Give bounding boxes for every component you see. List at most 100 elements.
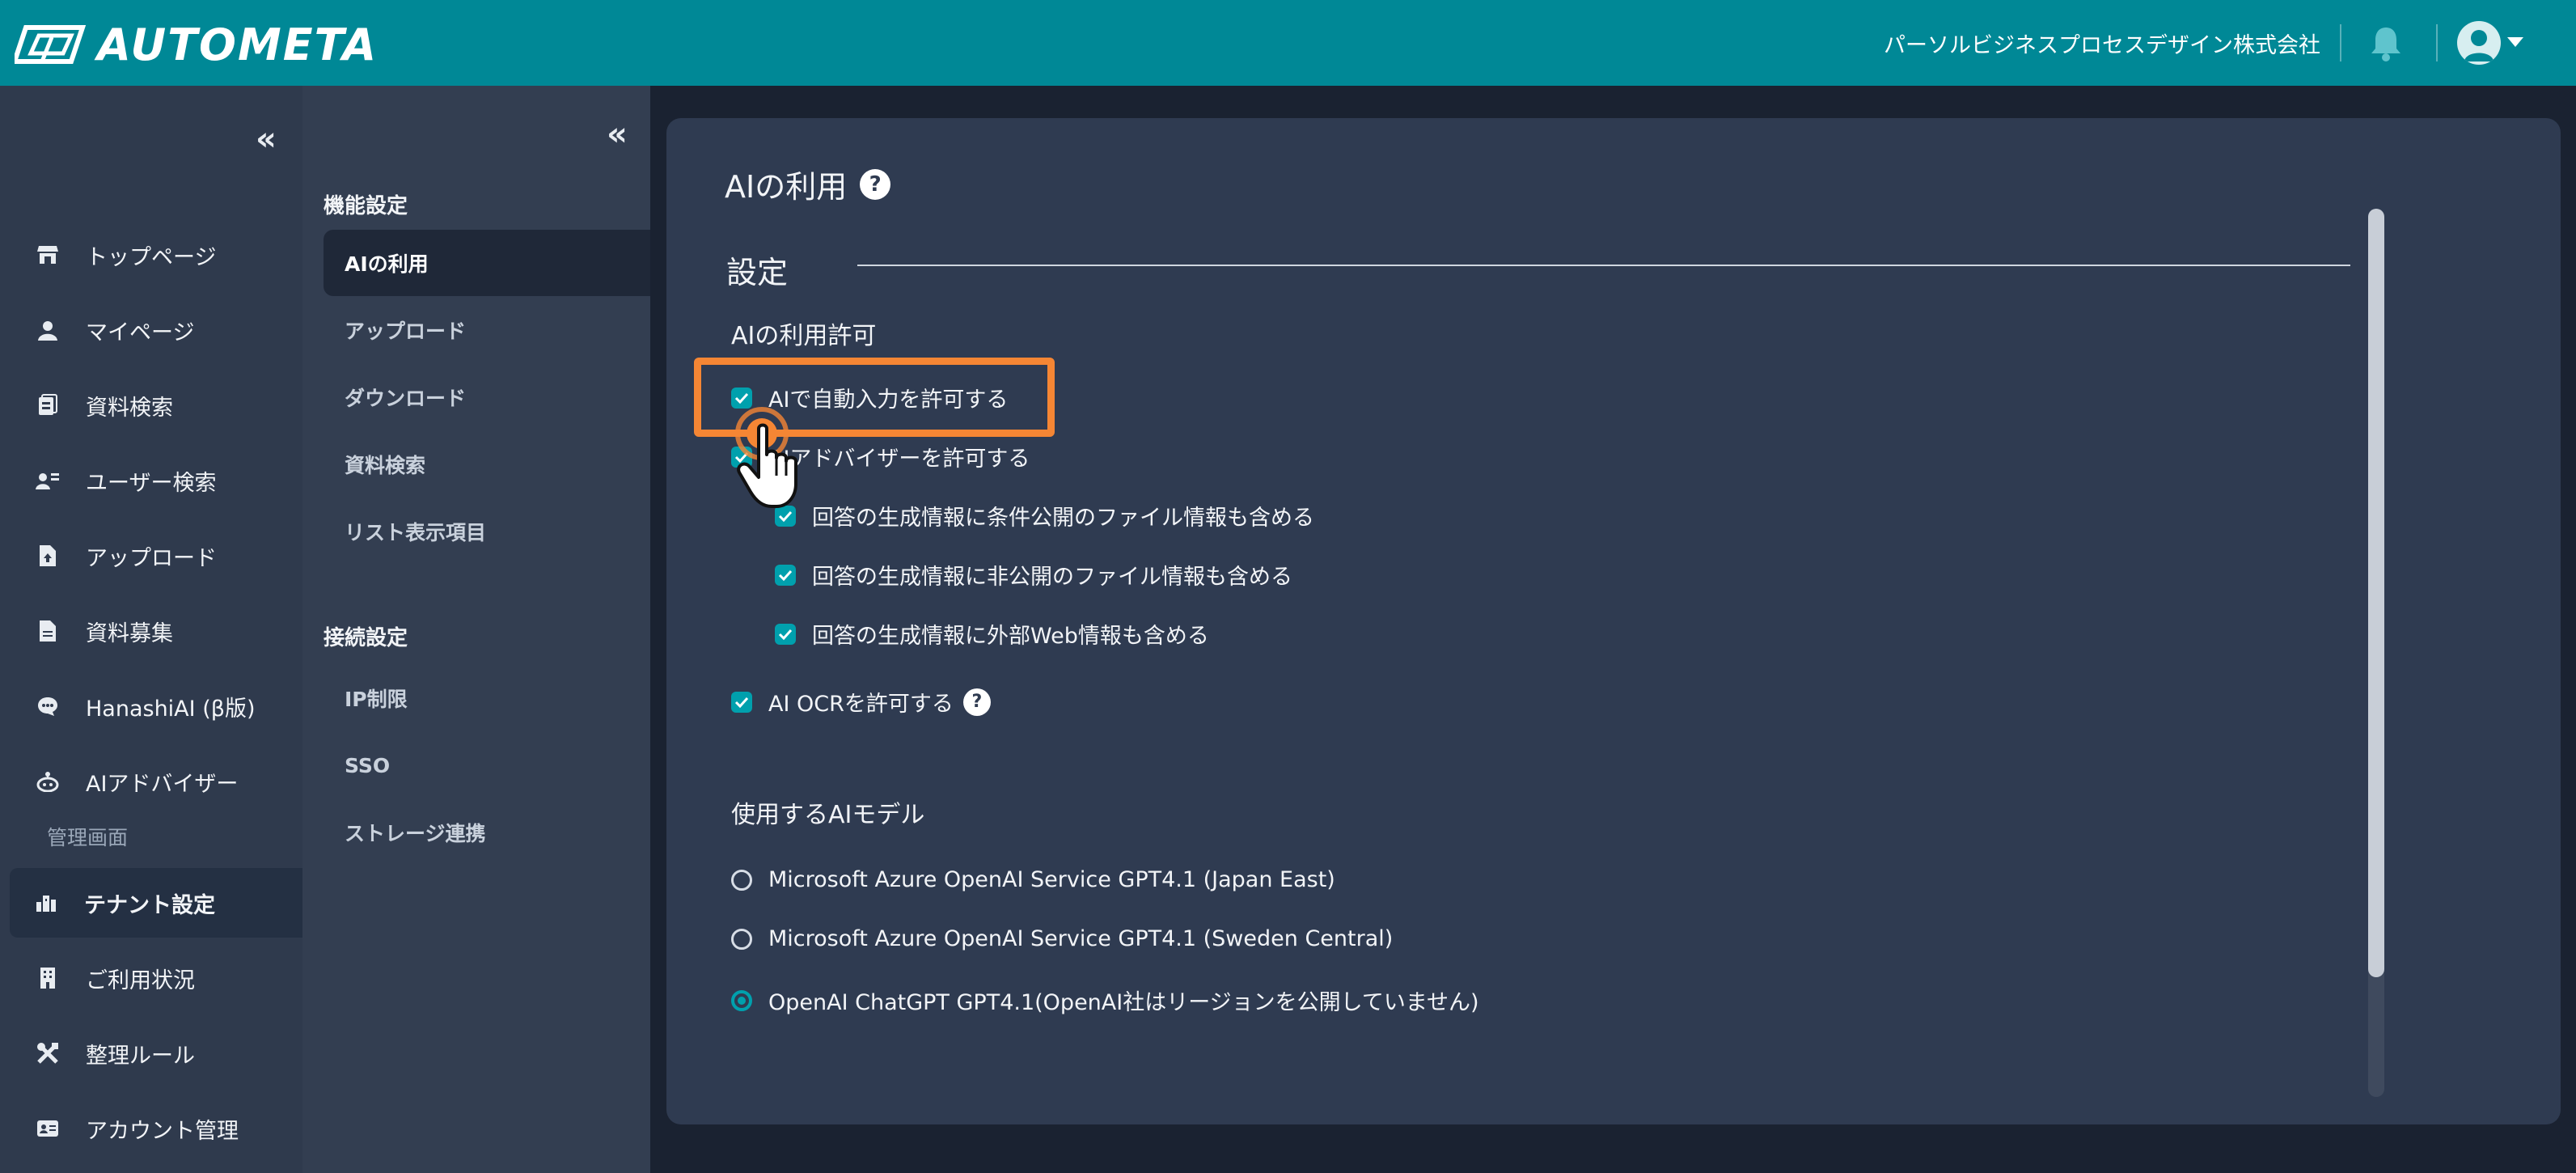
sidebar-item-label: 整理ルール xyxy=(86,1043,195,1069)
subnav-item-label: AIの利用 xyxy=(345,252,429,276)
radio-selected-icon xyxy=(731,989,752,1011)
sidebar-item-hanashiai[interactable]: HanashiAI (β版) xyxy=(0,671,302,741)
subnav-item-document-search[interactable]: 資料検索 xyxy=(324,431,650,498)
divider xyxy=(2436,24,2438,61)
include-web-info-checkbox[interactable]: 回答の生成情報に外部Web情報も含める xyxy=(775,618,1209,650)
subnav-item-label: リスト表示項目 xyxy=(345,521,487,544)
radio-unselected-icon xyxy=(731,928,752,950)
subnav-item-ai-usage[interactable]: AIの利用 xyxy=(324,230,650,296)
section-divider xyxy=(857,265,2350,266)
top-bar: AUTOMETA パーソルビジネスプロセスデザイン株式会社 xyxy=(0,0,2576,86)
sidebar-item-user-search[interactable]: ユーザー検索 xyxy=(0,446,302,515)
subnav-item-label: ストレージ連携 xyxy=(345,822,486,845)
checkbox-label: AI OCRを許可する xyxy=(768,692,954,717)
sidebar-item-label: ご利用状況 xyxy=(86,968,195,993)
collapse-subnav-icon[interactable]: « xyxy=(607,118,628,150)
bell-icon[interactable] xyxy=(2368,24,2404,61)
subnav-item-storage[interactable]: ストレージ連携 xyxy=(324,799,650,866)
subnav-heading-features: 機能設定 xyxy=(324,194,408,218)
sidebar-item-label: トップページ xyxy=(86,244,217,270)
sidebar-item-organize-rules[interactable]: 整理ルール xyxy=(0,1018,302,1088)
sidebar-item-label: アカウント管理 xyxy=(86,1118,239,1144)
radio-label: Microsoft Azure OpenAI Service GPT4.1 (J… xyxy=(768,867,1335,892)
include-conditional-files-checkbox[interactable]: 回答の生成情報に条件公開のファイル情報も含める xyxy=(775,500,1314,531)
help-icon[interactable]: ? xyxy=(962,688,991,716)
sidebar-item-label: 資料検索 xyxy=(86,395,173,421)
checkbox-label: 回答の生成情報に条件公開のファイル情報も含める xyxy=(812,506,1314,531)
checkbox-checked-icon xyxy=(775,623,796,645)
model-radio-azure-sweden-central[interactable]: Microsoft Azure OpenAI Service GPT4.1 (S… xyxy=(731,926,1393,951)
sidebar-item-tenant-settings[interactable]: テナント設定 xyxy=(10,868,302,938)
collapse-sidebar-icon[interactable]: « xyxy=(256,123,277,155)
sidebar-item-label: ユーザー検索 xyxy=(86,470,217,496)
ai-permission-label: AIの利用許可 xyxy=(731,322,877,350)
sidebar-item-label: マイページ xyxy=(86,320,195,345)
upload-file-icon xyxy=(36,544,60,568)
sidebar-item-my-page[interactable]: マイページ xyxy=(0,295,302,365)
logo-mark-icon xyxy=(15,25,87,64)
logo-text: AUTOMETA xyxy=(97,19,379,70)
ai-ocr-checkbox[interactable]: AI OCRを許可する ? xyxy=(731,686,991,718)
sidebar-item-usage[interactable]: ご利用状況 xyxy=(0,943,302,1013)
avatar[interactable] xyxy=(2457,21,2501,65)
subnav-item-label: ダウンロード xyxy=(345,387,467,410)
subnav-item-ip-restriction[interactable]: IP制限 xyxy=(324,665,650,731)
main-sidebar: « トップページ マイページ 資料検索 ユーザー検索 アップロード 資料募集 H… xyxy=(0,86,302,1173)
subnav-item-label: IP制限 xyxy=(345,688,408,711)
sidebar-item-label: アップロード xyxy=(86,545,217,571)
model-radio-openai-chatgpt[interactable]: OpenAI ChatGPT GPT4.1(OpenAI社はリージョンを公開して… xyxy=(731,985,1479,1016)
scrollbar-thumb[interactable] xyxy=(2368,209,2384,977)
subnav-heading-connections: 接続設定 xyxy=(324,626,408,650)
subnav-item-label: SSO xyxy=(345,753,391,777)
section-title-settings: 設定 xyxy=(726,255,789,290)
radio-unselected-icon xyxy=(731,869,752,891)
ai-model-label: 使用するAIモデル xyxy=(731,801,925,829)
subnav-item-label: 資料検索 xyxy=(345,454,426,477)
include-private-files-checkbox[interactable]: 回答の生成情報に非公開のファイル情報も含める xyxy=(775,559,1292,591)
subnav-item-upload[interactable]: アップロード xyxy=(324,297,650,363)
sidebar-item-document-request[interactable]: 資料募集 xyxy=(0,596,302,666)
user-search-icon xyxy=(36,468,60,493)
sidebar-item-ai-advisor[interactable]: AIアドバイザー xyxy=(0,747,302,816)
settings-subnav: « 機能設定 AIの利用 アップロード ダウンロード 資料検索 リスト表示項目 … xyxy=(302,86,650,1173)
autometa-logo[interactable]: AUTOMETA xyxy=(15,19,378,70)
building-icon xyxy=(36,966,60,990)
checkbox-label: 回答の生成情報に外部Web情報も含める xyxy=(812,624,1209,649)
ai-settings-panel: AIの利用 ? 設定 AIの利用許可 AIで自動入力を許可する AIアドバイザー… xyxy=(666,118,2561,1124)
admin-section-heading: 管理画面 xyxy=(47,826,129,849)
robot-icon xyxy=(36,769,60,794)
sidebar-item-upload[interactable]: アップロード xyxy=(0,521,302,591)
model-radio-azure-japan-east[interactable]: Microsoft Azure OpenAI Service GPT4.1 (J… xyxy=(731,867,1335,892)
user-avatar-icon xyxy=(2464,30,2494,61)
checkbox-label: 回答の生成情報に非公開のファイル情報も含める xyxy=(812,565,1292,590)
sidebar-item-account-management[interactable]: アカウント管理 xyxy=(0,1094,302,1163)
sidebar-item-label: HanashiAI (β版) xyxy=(86,696,256,722)
subnav-item-sso[interactable]: SSO xyxy=(324,732,650,798)
checkbox-checked-icon xyxy=(775,564,796,586)
store-icon xyxy=(36,243,60,267)
sidebar-item-label: AIアドバイザー xyxy=(86,771,239,797)
subnav-item-list-columns[interactable]: リスト表示項目 xyxy=(324,498,650,565)
company-name: パーソルビジネスプロセスデザイン株式会社 xyxy=(1884,33,2320,58)
sidebar-item-document-search[interactable]: 資料検索 xyxy=(0,371,302,440)
tenant-icon xyxy=(34,891,58,915)
sidebar-item-top-page[interactable]: トップページ xyxy=(0,220,302,290)
radio-label: Microsoft Azure OpenAI Service GPT4.1 (S… xyxy=(768,926,1394,951)
hand-pointer-icon xyxy=(735,407,797,508)
checkbox-checked-icon xyxy=(731,691,752,713)
page-title: AIの利用 ? xyxy=(725,162,891,206)
chevron-down-icon[interactable] xyxy=(2507,37,2523,47)
subnav-item-download[interactable]: ダウンロード xyxy=(324,364,650,430)
file-icon xyxy=(36,619,60,643)
subnav-item-label: アップロード xyxy=(345,320,467,343)
id-card-icon xyxy=(36,1116,60,1141)
sidebar-item-label: 資料募集 xyxy=(86,620,173,646)
chat-icon xyxy=(36,694,60,718)
page-title-text: AIの利用 xyxy=(725,169,848,205)
person-icon xyxy=(36,318,60,342)
document-search-icon xyxy=(36,393,60,417)
tools-icon xyxy=(36,1041,60,1065)
sidebar-item-label: テナント設定 xyxy=(84,892,215,918)
radio-label: OpenAI ChatGPT GPT4.1(OpenAI社はリージョンを公開して… xyxy=(768,990,1479,1015)
help-icon[interactable]: ? xyxy=(860,168,891,200)
